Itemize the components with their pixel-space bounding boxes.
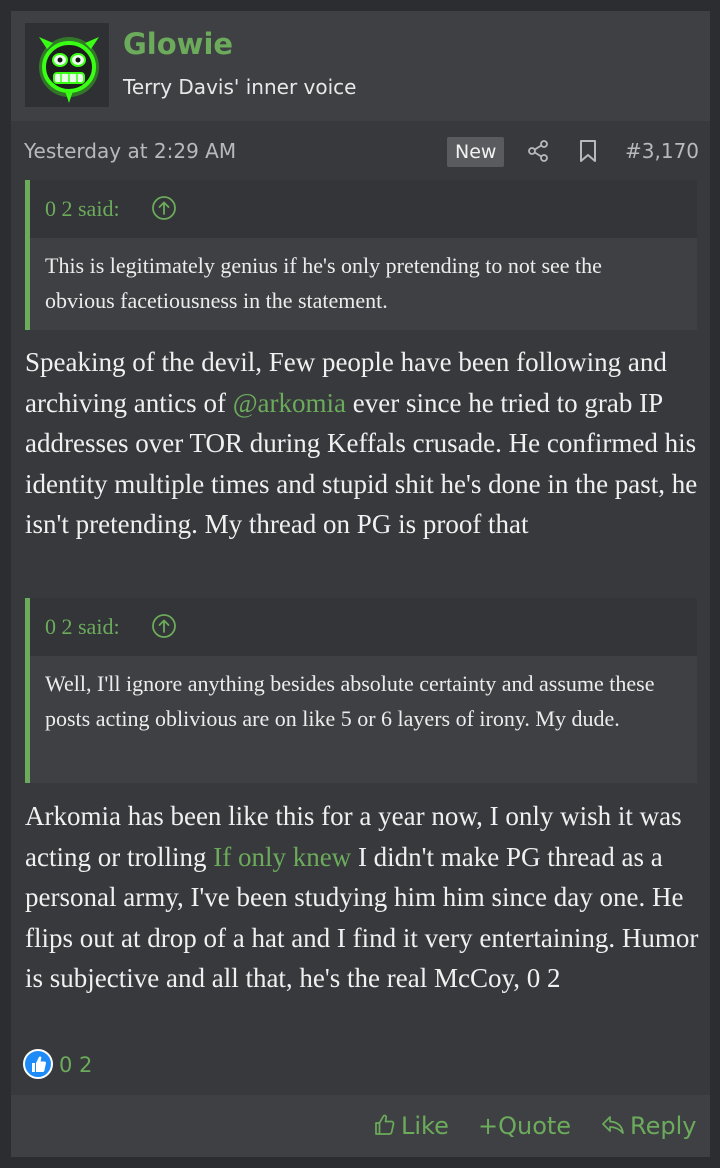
post-card: Glowie Terry Davis' inner voice Yesterda… (11, 11, 710, 1157)
quote-block-2: 0 2 said: Well, I'll ignore anything bes… (25, 598, 697, 783)
arrow-up-circle-icon[interactable] (151, 613, 177, 639)
post-number[interactable]: #3,170 (625, 137, 699, 165)
like-button[interactable]: Like (373, 1110, 449, 1142)
avatar[interactable] (25, 23, 109, 107)
quote-block-1: 0 2 said: This is legitimately genius if… (25, 180, 697, 330)
quote-text: Well, I'll ignore anything besides absol… (45, 671, 655, 731)
post-actions: Like +Quote Reply (11, 1095, 710, 1157)
green-glowing-cartoon-face-icon (25, 23, 109, 107)
quote-author[interactable]: 0 2 said: (45, 194, 120, 224)
thumbs-up-icon (32, 1056, 46, 1072)
quote-author[interactable]: 0 2 said: (45, 612, 120, 642)
share-icon[interactable] (526, 139, 550, 163)
inline-link[interactable]: If only knew (213, 842, 351, 872)
post-paragraph-2: Arkomia has been like this for a year no… (25, 796, 699, 999)
quote-text: This is legitimately genius if he's only… (45, 253, 602, 313)
quote-header: 0 2 said: (30, 598, 697, 656)
reply-button[interactable]: Reply (600, 1110, 696, 1142)
user-title: Terry Davis' inner voice (123, 75, 357, 99)
bookmark-icon[interactable] (577, 139, 599, 163)
new-badge: New (447, 137, 505, 167)
plus-icon: + (478, 1112, 499, 1140)
arrow-up-circle-icon[interactable] (151, 195, 177, 221)
thumbs-up-icon (375, 1114, 395, 1135)
quote-button[interactable]: +Quote (478, 1110, 571, 1142)
quote-header: 0 2 said: (30, 180, 697, 238)
reaction-users[interactable]: 0 2 (59, 1051, 92, 1079)
user-header: Glowie Terry Davis' inner voice (11, 11, 710, 121)
post-meta: Yesterday at 2:29 AM New #3,170 (11, 121, 710, 179)
username[interactable]: Glowie (123, 26, 233, 62)
user-mention-link[interactable]: @arkomia (233, 388, 346, 418)
quote-label: Quote (498, 1112, 572, 1140)
reply-label: Reply (630, 1112, 697, 1140)
post-paragraph-1: Speaking of the devil, Few people have b… (25, 342, 699, 545)
reply-arrow-icon (602, 1116, 624, 1134)
post-date[interactable]: Yesterday at 2:29 AM (24, 137, 236, 165)
reaction-badge[interactable] (23, 1049, 53, 1079)
like-label: Like (401, 1112, 449, 1140)
